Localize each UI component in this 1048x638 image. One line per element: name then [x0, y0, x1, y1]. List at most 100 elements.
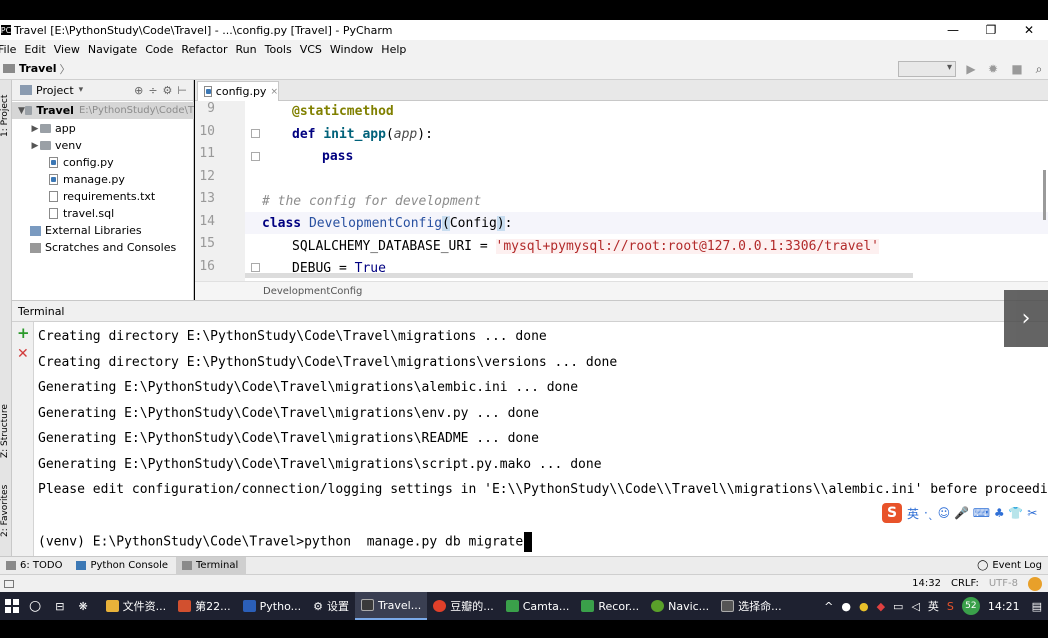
code-line-9[interactable]: @staticmethod	[262, 100, 394, 122]
folder-icon	[3, 64, 15, 73]
menu-vcs[interactable]: VCS	[300, 43, 322, 56]
cortana-icon[interactable]: ○	[29, 598, 41, 614]
tree-item-travel-sql[interactable]: travel.sql	[12, 205, 114, 222]
fold-marker-icon[interactable]	[251, 129, 260, 138]
caret-position[interactable]: 14:32	[912, 578, 941, 589]
taskbar-app-ppt[interactable]: 第22...	[172, 592, 237, 620]
new-session-icon[interactable]: +	[17, 324, 30, 342]
terminal-prompt[interactable]: (venv) E:\PythonStudy\Code\Travel>python…	[38, 532, 533, 552]
horizontal-scrollbar[interactable]	[245, 273, 913, 278]
ime-language[interactable]: 英	[907, 505, 919, 522]
menu-refactor[interactable]: Refactor	[181, 43, 227, 56]
menu-tools[interactable]: Tools	[265, 43, 292, 56]
fold-marker-icon[interactable]	[251, 263, 260, 272]
expand-arrow-icon[interactable]: ▶	[30, 141, 40, 151]
tab-python-console[interactable]: Python Console	[70, 557, 176, 575]
taskbar-app-settings[interactable]: ⚙ 设置	[307, 592, 355, 620]
gear-icon[interactable]: ⚙	[163, 84, 173, 97]
tree-item-scratches[interactable]: Scratches and Consoles	[12, 239, 176, 256]
chevron-right-icon[interactable]: ›	[1004, 290, 1048, 347]
code-line-10[interactable]: def init_app(app):	[262, 123, 433, 145]
security-icon[interactable]: ◆	[877, 600, 885, 613]
taskbar-app-camtasia[interactable]: Camta...	[500, 592, 576, 620]
stop-icon[interactable]: ■	[1010, 62, 1024, 76]
close-session-icon[interactable]: ✕	[17, 346, 29, 362]
pinned-app-icon[interactable]: ❋	[78, 600, 87, 613]
file-encoding[interactable]: UTF-8	[989, 578, 1018, 589]
ime-tool-icons[interactable]: ·ˎ ☺ 🎤 ⌨ ♣ 👕 ✂	[924, 506, 1037, 520]
expand-arrow-icon[interactable]: ▼	[18, 106, 25, 116]
sogou-ime-icon[interactable]: S	[882, 503, 902, 523]
structure-tool-tab[interactable]: Z: Structure	[0, 398, 12, 464]
menu-help[interactable]: Help	[381, 43, 406, 56]
menu-edit[interactable]: Edit	[24, 43, 45, 56]
terminal-line: Generating E:\PythonStudy\Code\Travel\mi…	[38, 431, 539, 446]
terminal-line: Creating directory E:\PythonStudy\Code\T…	[38, 355, 618, 370]
locate-icon[interactable]: ⊕	[134, 84, 143, 97]
maximize-button[interactable]: ❐	[972, 20, 1010, 40]
code-line-14[interactable]: class DevelopmentConfig(Config):	[262, 212, 512, 234]
favorites-tool-tab[interactable]: 2: Favorites	[0, 478, 12, 544]
system-clock[interactable]: 14:21	[988, 600, 1020, 613]
taskbar-app-explorer[interactable]: 文件资...	[100, 592, 173, 620]
minimize-button[interactable]: —	[934, 20, 972, 40]
nav-project-crumb[interactable]: Travel	[19, 62, 57, 75]
action-center-icon[interactable]: ▤	[1032, 600, 1042, 613]
debug-icon[interactable]: ✹	[986, 62, 1000, 76]
taskbar-app-cmd[interactable]: 选择命...	[715, 592, 788, 620]
tree-item-root[interactable]: ▼ Travel E:\PythonStudy\Code\T	[12, 102, 194, 119]
menu-view[interactable]: View	[54, 43, 80, 56]
vertical-scrollbar[interactable]	[1043, 170, 1046, 220]
notification-bell-icon[interactable]: ●	[841, 600, 851, 613]
expand-arrow-icon[interactable]: ▶	[30, 124, 40, 134]
tree-item-external-libraries[interactable]: External Libraries	[12, 222, 142, 239]
tree-item-config-py[interactable]: config.py	[12, 154, 114, 171]
chevron-down-icon[interactable]: ▾	[79, 85, 84, 95]
taskbar-app-chrome[interactable]: 豆瓣的...	[427, 592, 500, 620]
taskbar-app-navicat[interactable]: Navic...	[645, 592, 715, 620]
tray-language[interactable]: 英	[928, 598, 939, 614]
code-line-15[interactable]: SQLALCHEMY_DATABASE_URI = 'mysql+pymysql…	[262, 235, 880, 257]
code-line-11[interactable]: pass	[262, 145, 353, 167]
taskbar-app-pycharm[interactable]: Travel...	[355, 592, 428, 620]
menu-file[interactable]: File	[0, 43, 16, 56]
chevron-up-icon[interactable]: ^	[824, 600, 833, 613]
task-view-icon[interactable]: ⊟	[55, 600, 64, 613]
tree-item-manage-py[interactable]: manage.py	[12, 171, 125, 188]
event-log-button[interactable]: ◯ Event Log	[977, 560, 1042, 571]
project-view-select[interactable]: Project	[36, 84, 74, 97]
menu-run[interactable]: Run	[236, 43, 257, 56]
volume-icon[interactable]: ◁	[911, 600, 919, 613]
tab-terminal[interactable]: Terminal	[176, 556, 247, 575]
fold-marker-icon[interactable]	[251, 152, 260, 161]
breadcrumb-class[interactable]: DevelopmentConfig	[263, 286, 362, 297]
tray-app-icon[interactable]: ●	[859, 600, 869, 613]
menu-code[interactable]: Code	[145, 43, 173, 56]
tray-badge[interactable]: 52	[961, 597, 980, 615]
network-icon[interactable]: ▭	[893, 600, 903, 613]
tool-window-toggle-icon[interactable]	[4, 579, 14, 588]
hide-icon[interactable]: ⊢	[177, 84, 187, 97]
sql-file-icon	[49, 208, 58, 219]
taskbar-app-recorder[interactable]: Recor...	[575, 592, 645, 620]
line-separator[interactable]: CRLF:	[951, 578, 979, 589]
close-button[interactable]: ✕	[1010, 20, 1048, 40]
project-tool-tab[interactable]: 1: Project	[0, 86, 12, 146]
tree-item-requirements[interactable]: requirements.txt	[12, 188, 155, 205]
tree-item-venv[interactable]: ▶ venv	[12, 137, 82, 154]
taskbar-app-word[interactable]: Pytho...	[237, 592, 307, 620]
tree-item-app[interactable]: ▶ app	[12, 120, 76, 137]
collapse-icon[interactable]: ÷	[148, 84, 157, 97]
menu-window[interactable]: Window	[330, 43, 373, 56]
windows-start-icon[interactable]	[5, 599, 19, 613]
tab-todo[interactable]: 6: TODO	[0, 557, 70, 575]
run-icon[interactable]: ▶	[964, 62, 978, 76]
close-tab-icon[interactable]: ×	[270, 87, 278, 97]
tab-config-py[interactable]: config.py ×	[197, 81, 279, 101]
menu-navigate[interactable]: Navigate	[88, 43, 137, 56]
text-file-icon	[49, 191, 58, 202]
run-configuration-select[interactable]	[898, 61, 956, 77]
search-everywhere-icon[interactable]: ⌕	[1032, 62, 1046, 76]
sogou-tray-icon[interactable]: S	[947, 600, 954, 613]
code-line-13[interactable]: # the config for development	[262, 190, 481, 212]
